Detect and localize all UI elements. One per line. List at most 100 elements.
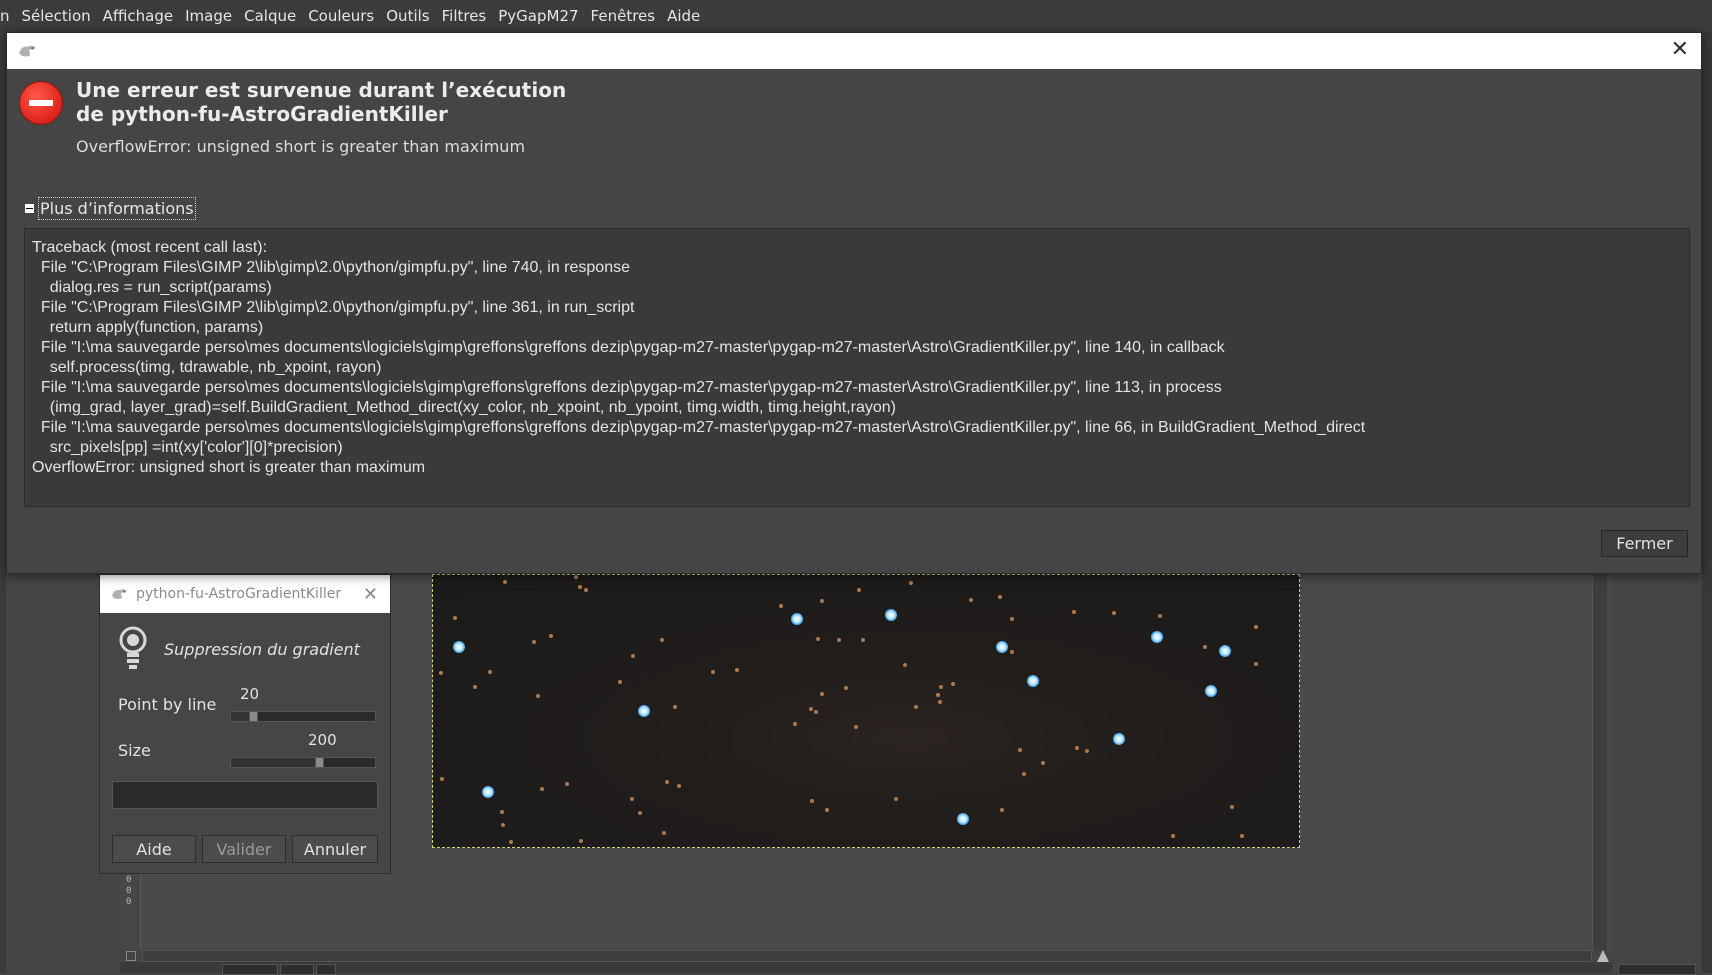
star: [1219, 645, 1231, 657]
quick-mask-toggle-icon[interactable]: [126, 951, 136, 961]
menu-outils[interactable]: Outils: [380, 7, 435, 25]
ruler-tick: 0: [126, 875, 132, 885]
star: [453, 616, 457, 620]
star: [677, 784, 681, 788]
menu-selection[interactable]: Sélection: [16, 7, 97, 25]
collapse-icon[interactable]: [25, 204, 34, 213]
error-title-line1: Une erreur est survenue durant l’exécuti…: [76, 78, 567, 102]
gimp-wilber-icon: [19, 45, 36, 57]
status-panel: [1618, 964, 1696, 975]
more-info-expander[interactable]: Plus d’informations: [25, 197, 196, 220]
slider-handle[interactable]: [315, 757, 324, 768]
star: [861, 638, 865, 642]
star: [735, 668, 739, 672]
ok-button[interactable]: Valider: [202, 835, 286, 863]
traceback-line: Traceback (most recent call last):: [32, 239, 268, 256]
star: [630, 797, 634, 801]
star: [820, 692, 824, 696]
star: [793, 722, 797, 726]
zoom-selector[interactable]: [280, 964, 314, 975]
star: [638, 705, 650, 717]
menu-partial[interactable]: n: [0, 7, 16, 25]
star: [532, 640, 536, 644]
star: [1041, 761, 1045, 765]
menu-calque[interactable]: Calque: [238, 7, 302, 25]
star: [938, 700, 942, 704]
navigate-icon[interactable]: [1597, 950, 1609, 962]
star: [1022, 772, 1026, 776]
slider-handle[interactable]: [249, 711, 258, 722]
menu-pygapm27[interactable]: PyGapM27: [492, 7, 584, 25]
error-message: OverflowError: unsigned short is greater…: [76, 137, 526, 156]
gimp-wilber-icon: [112, 589, 127, 599]
zoom-dropdown[interactable]: [316, 964, 336, 975]
star: [1075, 746, 1079, 750]
star: [503, 580, 507, 584]
star: [482, 786, 494, 798]
star: [1254, 625, 1258, 629]
close-button[interactable]: Fermer: [1601, 530, 1688, 557]
menu-fenetres[interactable]: Fenêtres: [585, 7, 662, 25]
traceback-line: File "I:\ma sauvegarde perso\mes documen…: [32, 339, 1225, 356]
traceback-line: src_pixels[pp] =int(xy['color'][0]*preci…: [32, 439, 343, 456]
star: [578, 585, 582, 589]
horizontal-scrollbar[interactable]: [142, 950, 1592, 962]
size-label: Size: [118, 741, 151, 760]
menu-aide[interactable]: Aide: [661, 7, 706, 25]
star: [584, 588, 588, 592]
star: [1112, 611, 1116, 615]
help-button[interactable]: Aide: [112, 835, 196, 863]
traceback-line: File "C:\Program Files\GIMP 2\lib\gimp\2…: [32, 259, 630, 276]
error-title: Une erreur est survenue durant l’exécuti…: [76, 78, 776, 126]
star: [1010, 617, 1014, 621]
star: [673, 705, 677, 709]
traceback-line: File "C:\Program Files\GIMP 2\lib\gimp\2…: [32, 299, 635, 316]
star: [1203, 645, 1207, 649]
traceback-text[interactable]: Traceback (most recent call last): File …: [24, 228, 1690, 507]
menu-couleurs[interactable]: Couleurs: [302, 7, 380, 25]
menu-filtres[interactable]: Filtres: [436, 7, 493, 25]
star: [1254, 662, 1258, 666]
star: [540, 787, 544, 791]
star: [500, 810, 504, 814]
close-icon[interactable]: ✕: [1671, 37, 1689, 62]
more-info-label[interactable]: Plus d’informations: [38, 197, 196, 220]
astro-image[interactable]: [432, 574, 1300, 848]
point-by-line-slider[interactable]: [230, 711, 376, 722]
star: [488, 670, 492, 674]
traceback-line: File "I:\ma sauvegarde perso\mes documen…: [32, 379, 1222, 396]
traceback-line: File "I:\ma sauvegarde perso\mes documen…: [32, 419, 1366, 436]
star: [809, 707, 813, 711]
star: [810, 799, 814, 803]
traceback-line: dialog.res = run_script(params): [32, 279, 272, 296]
star: [638, 811, 642, 815]
error-dialog-titlebar[interactable]: ✕: [7, 33, 1701, 69]
vertical-scrollbar[interactable]: [1592, 575, 1607, 950]
star: [1171, 834, 1175, 838]
star: [1240, 834, 1244, 838]
progress-bar: [112, 781, 378, 809]
star: [662, 831, 666, 835]
star: [998, 595, 1002, 599]
plugin-dialog-title: python-fu-AstroGradientKiller: [136, 586, 342, 602]
star: [1018, 748, 1022, 752]
size-slider[interactable]: [230, 757, 376, 768]
traceback-line: self.process(timg, tdrawable, nb_xpoint,…: [32, 359, 382, 376]
star: [814, 710, 818, 714]
cancel-button[interactable]: Annuler: [292, 835, 378, 863]
star: [969, 598, 973, 602]
traceback-line: return apply(function, params): [32, 319, 264, 336]
star: [1230, 805, 1234, 809]
star: [1113, 733, 1125, 745]
menu-affichage[interactable]: Affichage: [97, 7, 179, 25]
unit-selector[interactable]: [222, 964, 278, 975]
star: [665, 780, 669, 784]
star: [565, 782, 569, 786]
star: [711, 670, 715, 674]
star: [957, 813, 969, 825]
menu-image[interactable]: Image: [179, 7, 238, 25]
plugin-titlebar[interactable]: python-fu-AstroGradientKiller ✕: [100, 575, 390, 613]
close-icon[interactable]: ✕: [363, 584, 378, 605]
star: [1151, 631, 1163, 643]
star: [1000, 808, 1004, 812]
